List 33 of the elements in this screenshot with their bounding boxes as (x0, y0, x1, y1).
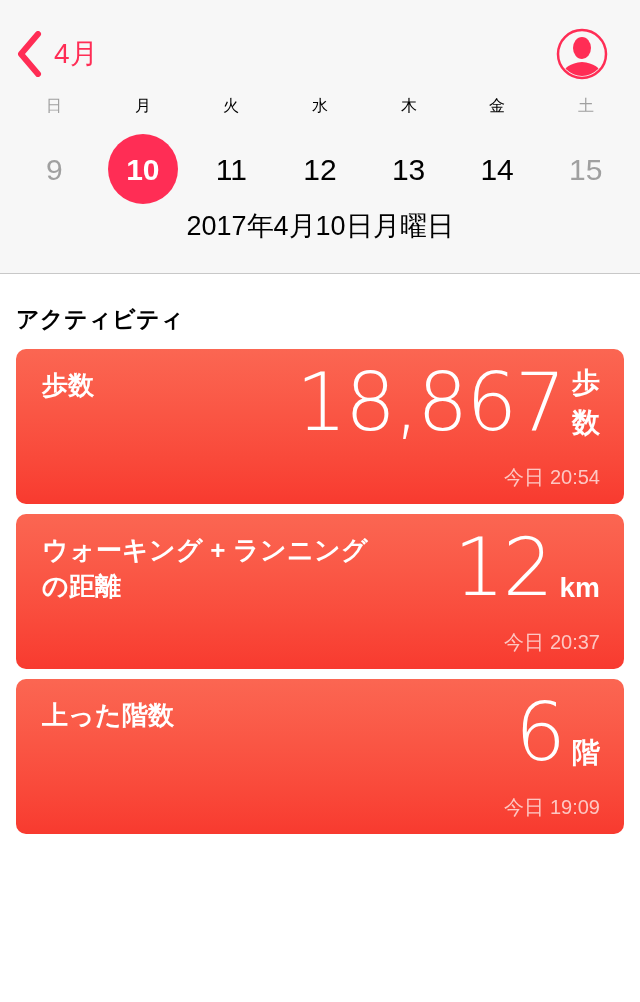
day-button[interactable]: 10 (107, 134, 178, 204)
day-button[interactable]: 11 (196, 134, 267, 204)
back-button[interactable]: 4月 (16, 31, 98, 77)
day-button[interactable]: 14 (462, 134, 533, 204)
weekday-label: 金 (489, 96, 506, 116)
weekday-label: 火 (223, 96, 240, 116)
metric-unit: km (559, 570, 600, 605)
timestamp: 今日 20:54 (504, 464, 600, 490)
day-button[interactable]: 12 (285, 134, 355, 204)
weekday-label: 水 (312, 96, 328, 116)
date-title: 2017年4月10日月曜日 (185, 210, 455, 243)
card-title: 歩数 (42, 368, 95, 402)
activity-card[interactable]: ウォーキング + ランニングの距離 12 km 今日 20:37 (16, 513, 624, 669)
metric-unit: 階 (572, 735, 600, 770)
day-button[interactable]: 15 (550, 134, 621, 204)
day-button[interactable]: 9 (19, 134, 90, 204)
profile-icon[interactable] (556, 28, 608, 80)
chevron-icon (16, 31, 42, 77)
weekday-label: 月 (134, 96, 151, 116)
timestamp: 今日 19:09 (504, 794, 600, 820)
metric-value: 12 (453, 523, 552, 612)
weekday-label: 土 (577, 96, 594, 116)
weekday-label: 木 (400, 96, 417, 116)
card-title: ウォーキング + ランニングの距離 (42, 533, 369, 603)
metric-value: 6 (515, 688, 564, 777)
day-button[interactable]: 13 (373, 134, 444, 204)
metric-unit: 歩数 (572, 365, 600, 440)
weekday-label: 日 (46, 96, 63, 116)
activity-card[interactable]: 上った階数 6 階 今日 19:09 (16, 678, 624, 834)
timestamp: 今日 20:37 (504, 629, 600, 655)
card-title: 上った階数 (42, 698, 175, 732)
section-title: アクティビティ (16, 305, 185, 334)
metric-value: 18,867 (296, 358, 564, 447)
